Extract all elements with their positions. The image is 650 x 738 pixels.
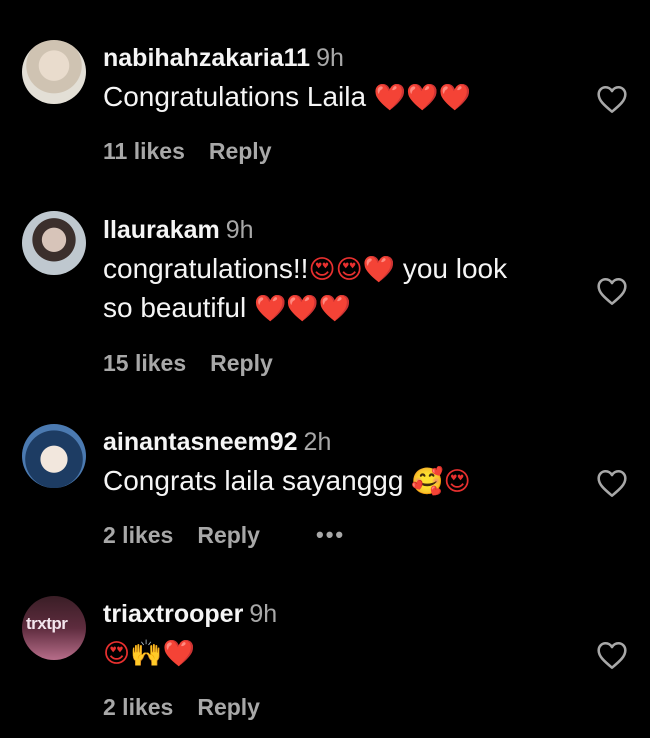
comment-header: nabihahzakaria11 9h: [103, 44, 344, 73]
comment-text: congratulations!!😍😍❤️ you look so beauti…: [103, 250, 583, 328]
comment-text-line: so beautiful: [103, 292, 254, 323]
heart-outline-icon[interactable]: [596, 276, 628, 306]
username[interactable]: triaxtrooper: [103, 600, 243, 628]
username[interactable]: llaurakam: [103, 216, 220, 244]
avatar[interactable]: [22, 40, 86, 104]
comment-text-line: Congrats laila sayanggg: [103, 465, 412, 496]
likes-count[interactable]: 2 likes: [103, 694, 173, 720]
avatar[interactable]: [22, 211, 86, 275]
emoji-hearts: ❤️❤️❤️: [254, 294, 352, 324]
emoji-group: 😍😍❤️: [308, 255, 396, 285]
likes-count[interactable]: 11 likes: [103, 138, 185, 164]
comment-header: llaurakam 9h: [103, 216, 254, 245]
avatar[interactable]: trxtpr: [22, 596, 86, 660]
timestamp: 2h: [303, 428, 332, 456]
reply-button[interactable]: Reply: [210, 350, 273, 376]
timestamp: 9h: [316, 44, 344, 72]
comment-meta: 11 likes Reply: [103, 138, 272, 165]
comment-text: Congratulations Laila ❤️❤️❤️: [103, 78, 583, 117]
comment-meta: 2 likes Reply: [103, 694, 260, 721]
likes-count[interactable]: 2 likes: [103, 522, 173, 548]
reply-button[interactable]: Reply: [197, 694, 260, 720]
heart-outline-icon[interactable]: [596, 640, 628, 670]
emoji-hearts: ❤️❤️❤️: [373, 83, 471, 113]
comment-text: Congrats laila sayanggg 🥰😍: [103, 462, 583, 501]
reply-button[interactable]: Reply: [209, 138, 272, 164]
username[interactable]: ainantasneem92: [103, 428, 298, 456]
avatar-text: trxtpr: [26, 614, 68, 633]
more-options-icon[interactable]: •••: [316, 522, 345, 548]
comment-text-line: congratulations!!: [103, 253, 309, 284]
likes-count[interactable]: 15 likes: [103, 350, 186, 376]
emoji-group: 😍🙌❤️: [103, 639, 195, 669]
heart-outline-icon[interactable]: [596, 468, 628, 498]
comment-text: 😍🙌❤️: [103, 634, 583, 673]
timestamp: 9h: [225, 216, 254, 244]
username[interactable]: nabihahzakaria11: [103, 44, 310, 72]
comment-text-line: you look: [395, 253, 508, 284]
comment-header: ainantasneem92 2h: [103, 428, 331, 457]
comment-meta: 15 likes Reply: [103, 350, 273, 377]
comment-text-line: Congratulations Laila: [103, 81, 374, 112]
emoji-group: 🥰😍: [411, 467, 471, 497]
reply-button[interactable]: Reply: [197, 522, 260, 548]
avatar[interactable]: [22, 424, 86, 488]
comment-meta: 2 likes Reply: [103, 522, 260, 549]
comment-header: triaxtrooper 9h: [103, 600, 277, 629]
heart-outline-icon[interactable]: [596, 84, 628, 114]
timestamp: 9h: [249, 600, 278, 628]
